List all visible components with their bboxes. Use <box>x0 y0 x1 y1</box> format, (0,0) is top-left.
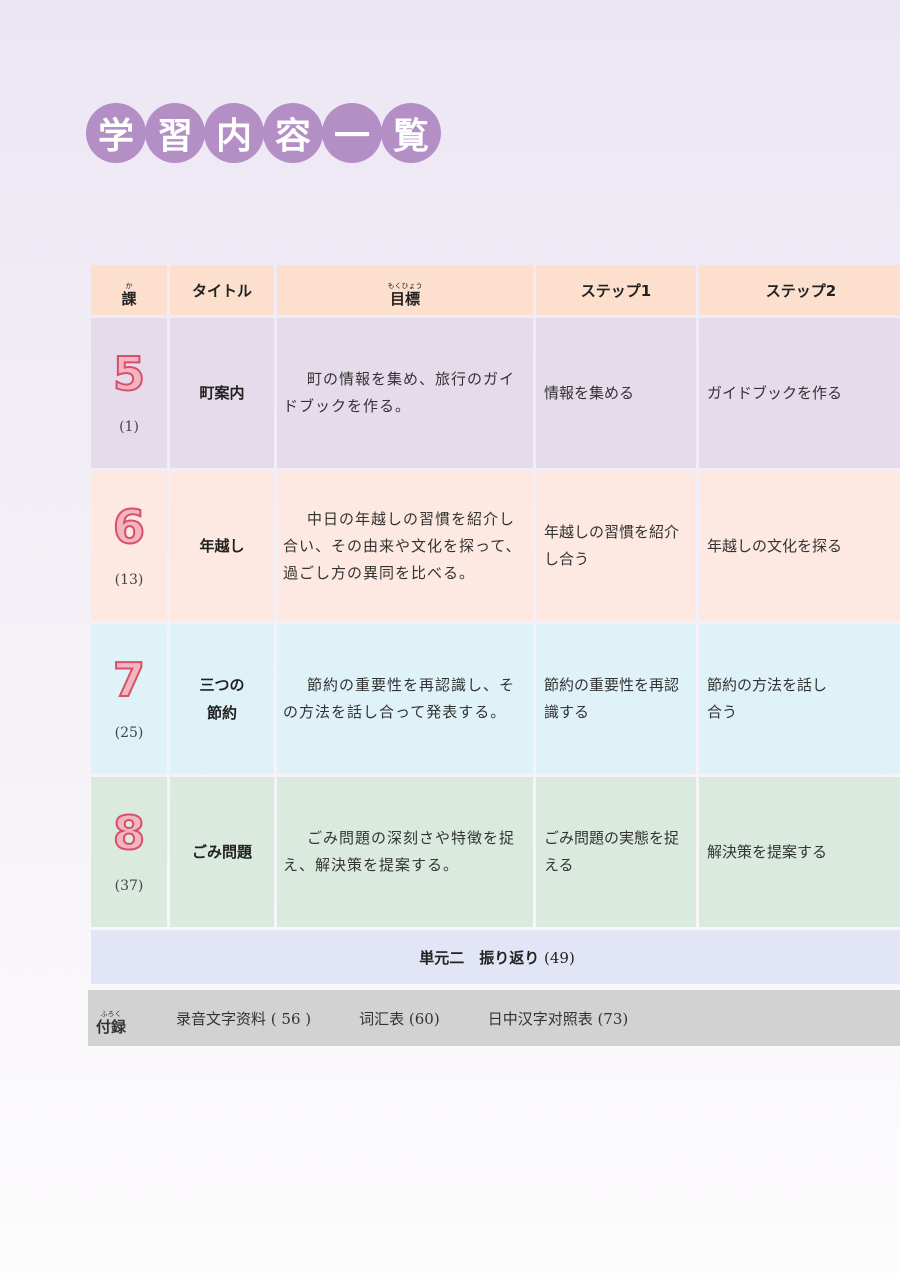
review-cell: 単元二 振り返り (49) <box>91 930 900 984</box>
lesson-title: 町案内 <box>170 318 274 468</box>
lesson-title: ごみ問題 <box>170 777 274 927</box>
header-step1: ステップ1 <box>536 265 696 315</box>
lesson-number-cell: 5 (1) <box>91 318 167 468</box>
lesson-goal: 節約の重要性を再認識し、その方法を話し合って発表する。 <box>277 624 533 774</box>
title-char: 学 <box>86 103 146 163</box>
table-row: 8 (37) ごみ問題 ごみ問題の深刻さや特徴を捉え、解決策を提案する。 ごみ問… <box>91 777 900 927</box>
title-char: 習 <box>145 103 205 163</box>
lesson-step2: 節約の方法を話し合う <box>699 624 900 774</box>
lesson-step1: 節約の重要性を再認識する <box>536 624 696 774</box>
appendix-item: 录音文字资料 ( 56 ) <box>176 1009 312 1028</box>
lesson-step2: 年越しの文化を探る <box>699 471 900 621</box>
title-char: 内 <box>204 103 264 163</box>
lesson-number: 8 <box>112 806 146 860</box>
lesson-goal: 町の情報を集め、旅行のガイドブックを作る。 <box>277 318 533 468</box>
header-title: タイトル <box>170 265 274 315</box>
lesson-number-cell: 8 (37) <box>91 777 167 927</box>
title-char: 一 <box>322 103 382 163</box>
appendix-label: ふろく 付録 <box>96 1009 127 1036</box>
review-row: 単元二 振り返り (49) <box>91 930 900 984</box>
title-char: 覧 <box>381 103 441 163</box>
appendix-item: 日中汉字对照表 (73) <box>487 1009 629 1028</box>
lesson-number: 6 <box>112 500 146 554</box>
lesson-goal: 中日の年越しの習慣を紹介し合い、その由来や文化を探って、過ごし方の異同を比べる。 <box>277 471 533 621</box>
lesson-number: 5 <box>112 347 146 401</box>
lesson-page: (37) <box>114 878 144 894</box>
page-title: 学 習 内 容 一 覧 <box>86 103 441 163</box>
lesson-title: 三つの節約 <box>170 624 274 774</box>
lesson-step1: ごみ問題の実態を捉える <box>536 777 696 927</box>
header-goal: もくひょう 目標 <box>277 265 533 315</box>
lesson-number: 7 <box>112 653 146 707</box>
review-label: 単元二 振り返り <box>419 948 540 967</box>
header-step2: ステップ2 <box>699 265 900 315</box>
review-page: (49) <box>544 948 575 967</box>
lesson-goal: ごみ問題の深刻さや特徴を捉え、解決策を提案する。 <box>277 777 533 927</box>
lesson-number-cell: 6 (13) <box>91 471 167 621</box>
lesson-title: 年越し <box>170 471 274 621</box>
lesson-step1: 情報を集める <box>536 318 696 468</box>
lesson-step2: 解決策を提案する <box>699 777 900 927</box>
table-row: 5 (1) 町案内 町の情報を集め、旅行のガイドブックを作る。 情報を集める ガ… <box>91 318 900 468</box>
lesson-step1: 年越しの習慣を紹介し合う <box>536 471 696 621</box>
lesson-page: (13) <box>114 572 144 588</box>
lesson-page: (1) <box>119 419 139 435</box>
lesson-number-cell: 7 (25) <box>91 624 167 774</box>
lesson-step2: ガイドブックを作る <box>699 318 900 468</box>
appendix-item: 词汇表 (60) <box>359 1009 440 1028</box>
contents-table: か課 タイトル もくひょう 目標 ステップ1 ステップ2 5 (1) 町案内 町の… <box>88 262 900 987</box>
appendix-bar: ふろく 付録 录音文字资料 ( 56 ) 词汇表 (60) 日中汉字对照表 (73… <box>88 990 900 1046</box>
title-char: 容 <box>263 103 323 163</box>
table-header: か課 タイトル もくひょう 目標 ステップ1 ステップ2 <box>91 265 900 315</box>
header-lesson: か課 <box>91 265 167 315</box>
lesson-page: (25) <box>114 725 144 741</box>
table-row: 6 (13) 年越し 中日の年越しの習慣を紹介し合い、その由来や文化を探って、過… <box>91 471 900 621</box>
table-row: 7 (25) 三つの節約 節約の重要性を再認識し、その方法を話し合って発表する。… <box>91 624 900 774</box>
